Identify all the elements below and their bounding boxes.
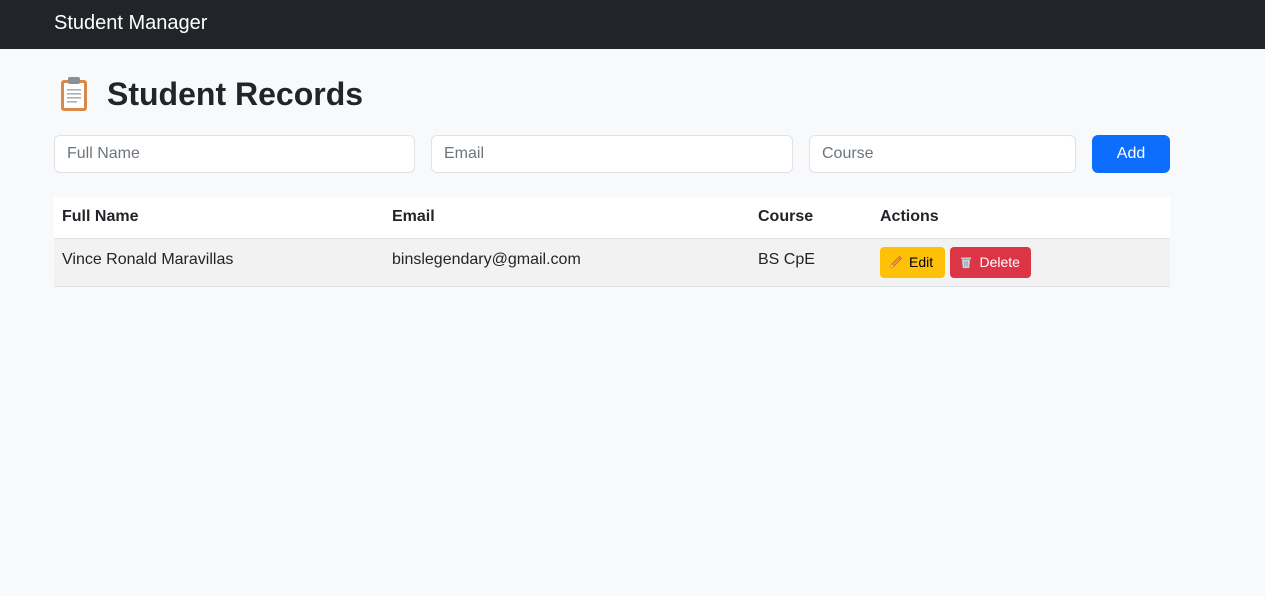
email-input[interactable] [431, 135, 793, 173]
table-row: Vince Ronald Maravillas binslegendary@gm… [54, 238, 1170, 287]
clipboard-icon [58, 76, 90, 112]
delete-label: Delete [979, 254, 1020, 270]
full-name-input[interactable] [54, 135, 415, 173]
cell-email: binslegendary@gmail.com [384, 238, 750, 287]
header-email: Email [384, 197, 750, 239]
delete-button[interactable]: Delete [950, 246, 1032, 278]
add-button[interactable]: Add [1092, 135, 1170, 173]
navbar-brand[interactable]: Student Manager [54, 11, 207, 35]
cell-full-name: Vince Ronald Maravillas [54, 238, 384, 287]
cell-course: BS CpE [750, 238, 872, 287]
header-course: Course [750, 197, 872, 239]
cell-actions: Edit Delete [872, 238, 1170, 287]
header-full-name: Full Name [54, 197, 384, 239]
edit-button[interactable]: Edit [880, 246, 945, 278]
page-heading: Student Records [58, 74, 363, 114]
page-title: Student Records [107, 76, 364, 112]
edit-label: Edit [909, 254, 934, 270]
header-actions: Actions [872, 197, 1170, 239]
students-table: Full Name Email Course Actions Vince Ron… [54, 197, 1170, 287]
top-navbar: Student Manager [0, 0, 1265, 49]
table-header-row: Full Name Email Course Actions [54, 197, 1170, 239]
trash-icon [959, 255, 973, 269]
course-input[interactable] [809, 135, 1076, 173]
pencil-icon [889, 255, 903, 269]
